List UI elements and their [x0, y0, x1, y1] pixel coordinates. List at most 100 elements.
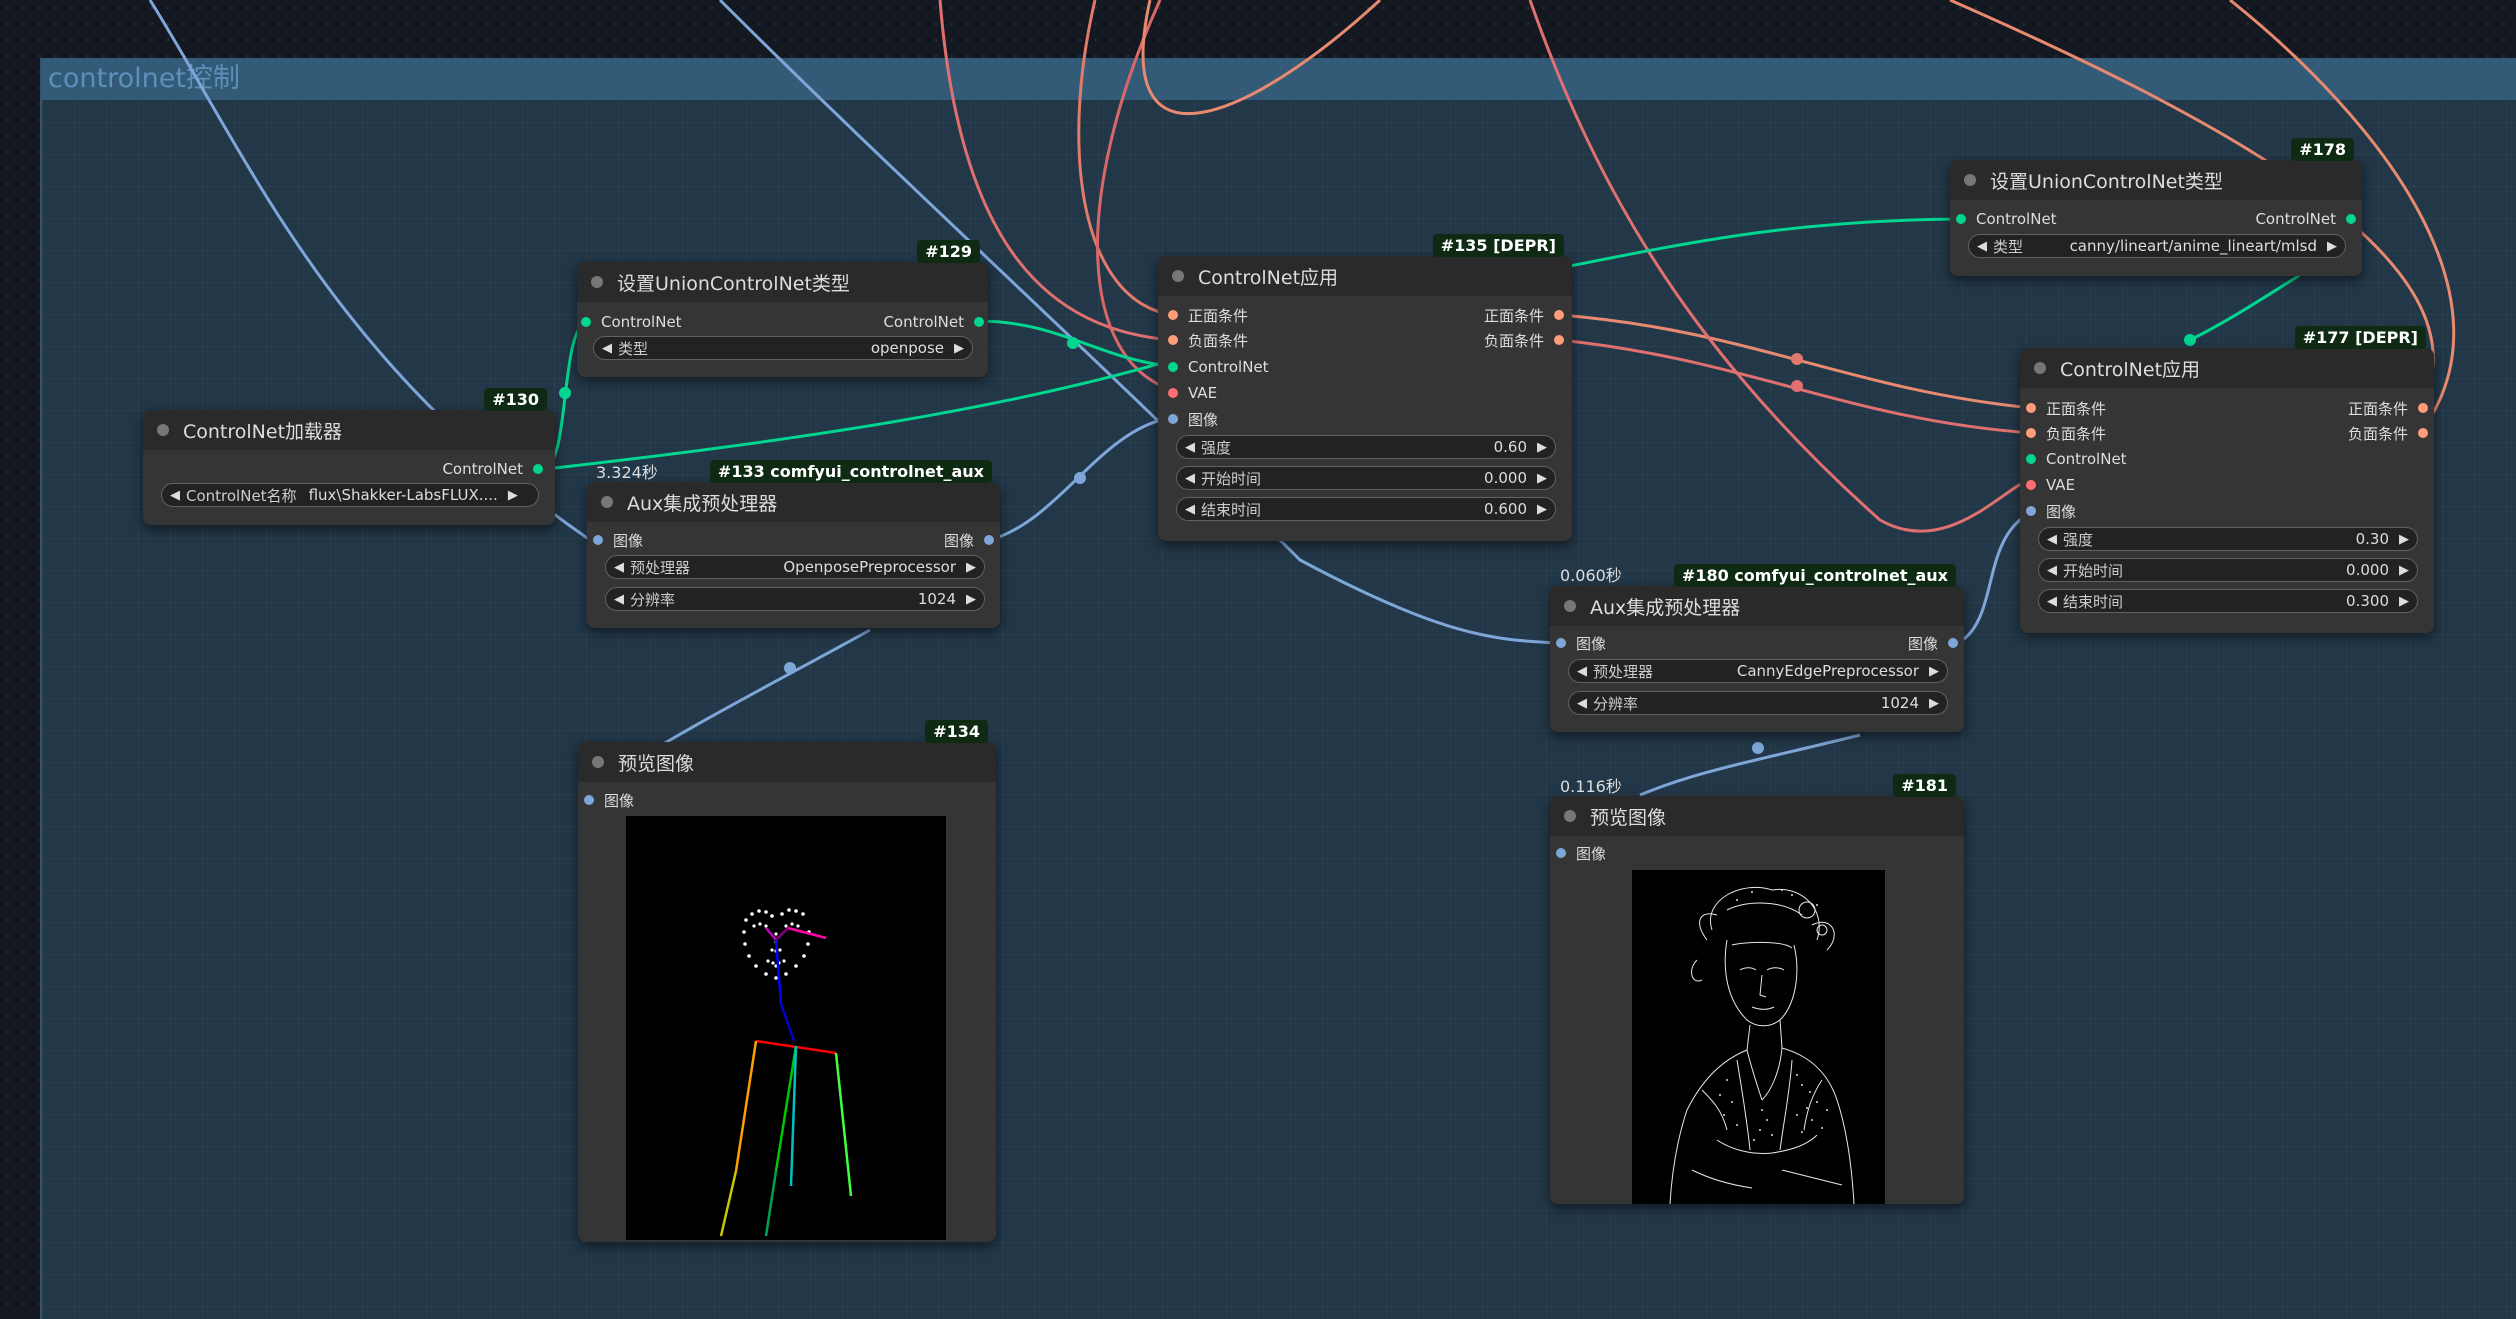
slot-dot[interactable]	[2346, 214, 2356, 224]
arrow-left-icon[interactable]: ◀	[2047, 532, 2057, 547]
widget-preprocessor[interactable]: ◀ 预处理器 OpenposePreprocessor ▶	[605, 555, 985, 579]
input-image[interactable]: 图像	[584, 790, 634, 810]
slot-dot[interactable]	[2418, 403, 2428, 413]
widget-strength[interactable]: ◀ 强度 0.60 ▶	[1176, 435, 1556, 459]
slot-dot[interactable]	[593, 535, 603, 545]
output-controlnet[interactable]: ControlNet	[883, 312, 984, 332]
arrow-right-icon[interactable]: ▶	[1537, 440, 1547, 455]
slot-dot[interactable]	[2418, 428, 2428, 438]
slot-dot[interactable]	[1554, 335, 1564, 345]
node-controlnet-loader[interactable]: #130 ControlNet加载器 ControlNet ◀ ControlN…	[143, 388, 555, 525]
input-vae[interactable]: VAE	[1168, 383, 1217, 403]
widget-resolution[interactable]: ◀ 分辨率 1024 ▶	[605, 587, 985, 611]
preview-image-canny[interactable]	[1632, 870, 1885, 1205]
arrow-right-icon[interactable]: ▶	[966, 592, 976, 607]
slot-dot[interactable]	[2026, 480, 2036, 490]
arrow-right-icon[interactable]: ▶	[966, 560, 976, 575]
widget-preprocessor[interactable]: ◀ 预处理器 CannyEdgePreprocessor ▶	[1568, 659, 1948, 683]
output-positive[interactable]: 正面条件	[2348, 398, 2428, 418]
collapse-dot-icon[interactable]	[157, 424, 169, 436]
widget-strength[interactable]: ◀ 强度 0.30 ▶	[2038, 527, 2418, 551]
arrow-right-icon[interactable]: ▶	[1929, 664, 1939, 679]
arrow-left-icon[interactable]: ◀	[1577, 696, 1587, 711]
arrow-right-icon[interactable]: ▶	[1537, 471, 1547, 486]
arrow-left-icon[interactable]: ◀	[1185, 471, 1195, 486]
input-vae[interactable]: VAE	[2026, 475, 2075, 495]
arrow-left-icon[interactable]: ◀	[614, 560, 624, 575]
collapse-dot-icon[interactable]	[1964, 174, 1976, 186]
preview-image-openpose[interactable]	[626, 816, 946, 1240]
widget-type[interactable]: ◀ 类型 openpose ▶	[593, 336, 973, 360]
widget-start-percent[interactable]: ◀ 开始时间 0.000 ▶	[2038, 558, 2418, 582]
arrow-right-icon[interactable]: ▶	[1929, 696, 1939, 711]
arrow-left-icon[interactable]: ◀	[1185, 440, 1195, 455]
slot-dot[interactable]	[1168, 388, 1178, 398]
node-aux-preprocessor-2[interactable]: #180 comfyui_controlnet_aux Aux集成预处理器 图像…	[1550, 564, 1964, 732]
arrow-left-icon[interactable]: ◀	[602, 341, 612, 356]
collapse-dot-icon[interactable]	[2034, 362, 2046, 374]
output-positive[interactable]: 正面条件	[1484, 305, 1564, 325]
arrow-right-icon[interactable]: ▶	[508, 488, 518, 503]
slot-dot[interactable]	[1554, 310, 1564, 320]
input-image[interactable]: 图像	[593, 530, 643, 550]
slot-dot[interactable]	[2026, 428, 2036, 438]
slot-dot[interactable]	[533, 464, 543, 474]
arrow-left-icon[interactable]: ◀	[2047, 563, 2057, 578]
node-controlnet-apply-1[interactable]: #135 [DEPR] ControlNet应用 正面条件 负面条件 Contr…	[1158, 234, 1572, 541]
input-controlnet[interactable]: ControlNet	[581, 312, 682, 332]
arrow-right-icon[interactable]: ▶	[2327, 239, 2337, 254]
widget-resolution[interactable]: ◀ 分辨率 1024 ▶	[1568, 691, 1948, 715]
collapse-dot-icon[interactable]	[1172, 270, 1184, 282]
slot-dot[interactable]	[1556, 848, 1566, 858]
output-image[interactable]: 图像	[1908, 633, 1958, 653]
arrow-right-icon[interactable]: ▶	[2399, 532, 2409, 547]
arrow-right-icon[interactable]: ▶	[2399, 594, 2409, 609]
node-controlnet-apply-2[interactable]: #177 [DEPR] ControlNet应用 正面条件 负面条件 Contr…	[2020, 326, 2434, 633]
widget-controlnet-name[interactable]: ◀ ControlNet名称 flux\Shakker-LabsFLUX....…	[161, 483, 539, 507]
output-image[interactable]: 图像	[944, 530, 994, 550]
arrow-left-icon[interactable]: ◀	[1185, 502, 1195, 517]
slot-dot[interactable]	[974, 317, 984, 327]
slot-dot[interactable]	[1948, 638, 1958, 648]
slot-dot[interactable]	[2026, 403, 2036, 413]
node-union-controlnet-type-2[interactable]: #178 设置UnionControlNet类型 ControlNet Cont…	[1950, 138, 2362, 276]
arrow-right-icon[interactable]: ▶	[1537, 502, 1547, 517]
slot-dot[interactable]	[1168, 414, 1178, 424]
widget-end-percent[interactable]: ◀ 结束时间 0.600 ▶	[1176, 497, 1556, 521]
input-image[interactable]: 图像	[1556, 633, 1606, 653]
arrow-left-icon[interactable]: ◀	[1977, 239, 1987, 254]
arrow-right-icon[interactable]: ▶	[954, 341, 964, 356]
slot-dot[interactable]	[581, 317, 591, 327]
collapse-dot-icon[interactable]	[591, 276, 603, 288]
input-positive[interactable]: 正面条件	[2026, 398, 2106, 418]
output-negative[interactable]: 负面条件	[1484, 330, 1564, 350]
slot-dot[interactable]	[1168, 362, 1178, 372]
slot-dot[interactable]	[2026, 506, 2036, 516]
input-image[interactable]: 图像	[1168, 409, 1218, 429]
slot-dot[interactable]	[584, 795, 594, 805]
input-image[interactable]: 图像	[1556, 843, 1606, 863]
group-title[interactable]: controlnet控制	[42, 58, 2516, 100]
widget-end-percent[interactable]: ◀ 结束时间 0.300 ▶	[2038, 589, 2418, 613]
output-negative[interactable]: 负面条件	[2348, 423, 2428, 443]
input-negative[interactable]: 负面条件	[1168, 330, 1248, 350]
slot-dot[interactable]	[1956, 214, 1966, 224]
widget-type[interactable]: ◀ 类型 canny/lineart/anime_lineart/mlsd ▶	[1968, 234, 2346, 258]
collapse-dot-icon[interactable]	[1564, 810, 1576, 822]
widget-start-percent[interactable]: ◀ 开始时间 0.000 ▶	[1176, 466, 1556, 490]
input-negative[interactable]: 负面条件	[2026, 423, 2106, 443]
arrow-left-icon[interactable]: ◀	[170, 488, 180, 503]
node-union-controlnet-type-1[interactable]: #129 设置UnionControlNet类型 ControlNet Cont…	[577, 240, 988, 377]
input-positive[interactable]: 正面条件	[1168, 305, 1248, 325]
collapse-dot-icon[interactable]	[601, 496, 613, 508]
collapse-dot-icon[interactable]	[592, 756, 604, 768]
input-controlnet[interactable]: ControlNet	[1956, 209, 2057, 229]
input-controlnet[interactable]: ControlNet	[2026, 449, 2127, 469]
slot-dot[interactable]	[2026, 454, 2036, 464]
slot-dot[interactable]	[984, 535, 994, 545]
output-controlnet[interactable]: ControlNet	[442, 459, 543, 479]
slot-dot[interactable]	[1168, 310, 1178, 320]
arrow-left-icon[interactable]: ◀	[2047, 594, 2057, 609]
input-controlnet[interactable]: ControlNet	[1168, 357, 1269, 377]
slot-dot[interactable]	[1168, 335, 1178, 345]
